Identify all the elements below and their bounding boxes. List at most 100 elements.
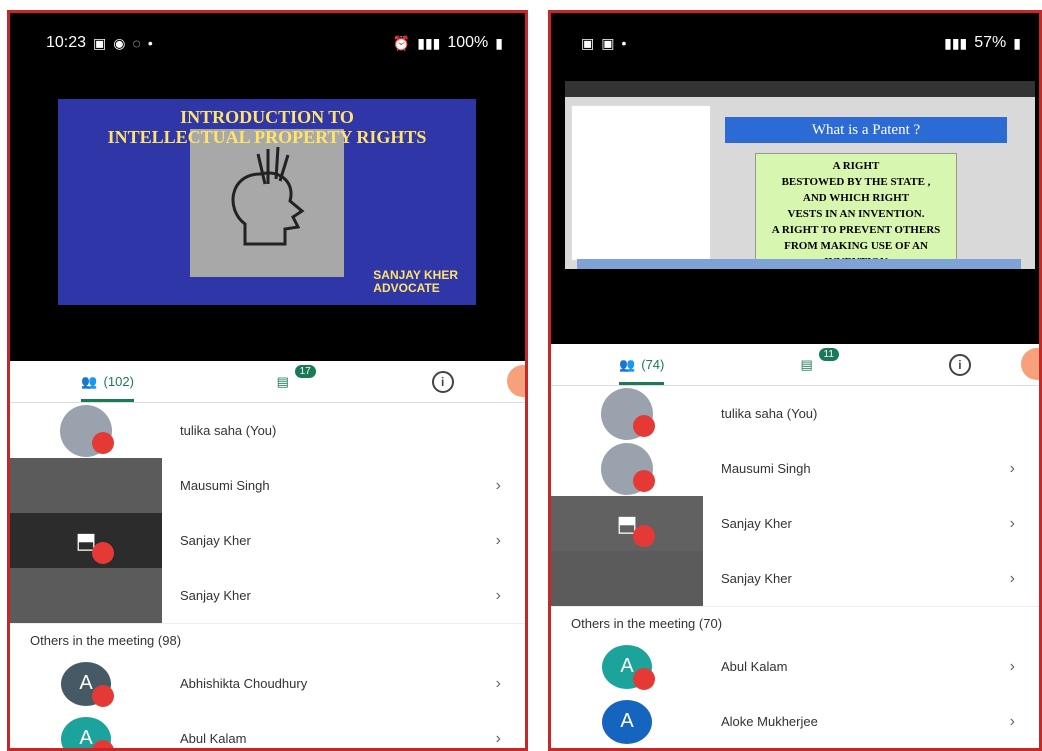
tab-people[interactable]: 👥 (74) — [619, 344, 665, 385]
chevron-right-icon[interactable]: › — [496, 532, 501, 550]
participant-row[interactable]: A Abul Kalam › — [551, 639, 1039, 694]
tab-people[interactable]: 👥 (102) — [81, 361, 134, 402]
participant-name: Mausumi Singh — [180, 478, 270, 493]
chevron-right-icon[interactable]: › — [496, 675, 501, 693]
participants-panel: 👥 (74) ▤ 11 i tulika saha (You) Mausumi … — [551, 344, 1039, 748]
chevron-right-icon[interactable]: › — [1010, 713, 1015, 731]
app-icon: ◉ — [113, 34, 126, 51]
chat-badge: 11 — [818, 348, 839, 361]
participant-row[interactable]: A Abhishikta Choudhury › — [10, 656, 525, 711]
slide-title: INTRODUCTION TO INTELLECTUAL PROPERTY RI… — [107, 107, 427, 147]
chevron-right-icon[interactable]: › — [496, 730, 501, 748]
panel-tabs: 👥 (74) ▤ 11 i — [551, 344, 1039, 386]
participant-name: Aloke Mukherjee — [721, 714, 818, 729]
presenting-thumbnail: ⬒ — [10, 513, 162, 568]
video-thumbnail — [551, 551, 703, 606]
participant-name: tulika saha (You) — [721, 406, 818, 421]
head-sketch-icon — [231, 146, 305, 246]
chevron-right-icon[interactable]: › — [1010, 570, 1015, 588]
right-phone-screenshot: ▣ ▣ • ▮▮▮ 57% ▮ What is a Patent ? A RIG… — [548, 10, 1042, 751]
chat-icon: ▤ — [800, 356, 813, 372]
battery-percent: 100% — [447, 34, 489, 51]
app-toolbar — [565, 81, 1035, 97]
status-bar: 10:23 ▣ ◉ ◌ • ⏰ ▮▮▮ 100% ▮ — [10, 13, 525, 73]
chat-badge: 17 — [294, 365, 316, 378]
mic-off-icon — [633, 668, 655, 690]
tab-chat[interactable]: ▤ 17 — [276, 361, 316, 402]
shared-screen: What is a Patent ? A RIGHT BESTOWED BY T… — [565, 81, 1035, 269]
chat-icon: ▤ — [276, 373, 289, 389]
tab-info[interactable]: i — [431, 361, 454, 402]
dot-icon: • — [621, 35, 627, 51]
people-count: (74) — [641, 357, 665, 372]
info-icon: i — [431, 370, 454, 393]
app-icon: ▣ — [581, 34, 595, 51]
whatsapp-icon: ◌ — [132, 35, 141, 51]
mic-off-icon — [633, 525, 655, 547]
people-icon: 👥 — [81, 373, 98, 389]
participant-name: Mausumi Singh — [721, 461, 811, 476]
chevron-right-icon[interactable]: › — [1010, 515, 1015, 533]
mic-off-icon — [92, 432, 114, 454]
taskbar-dock — [577, 259, 1021, 269]
participant-name: Sanjay Kher — [721, 516, 792, 531]
tab-info[interactable]: i — [948, 344, 971, 385]
slide-author: SANJAY KHER ADVOCATE — [373, 268, 458, 295]
left-phone-screenshot: 10:23 ▣ ◉ ◌ • ⏰ ▮▮▮ 100% ▮ INTRODUCTION … — [7, 10, 528, 751]
mic-off-icon — [633, 470, 655, 492]
chevron-right-icon[interactable]: › — [496, 587, 501, 605]
battery-icon: ▮ — [1013, 34, 1021, 51]
presenting-thumbnail: ⬒ — [551, 496, 703, 551]
participant-name: tulika saha (You) — [180, 423, 277, 438]
tab-chat[interactable]: ▤ 11 — [800, 344, 839, 385]
head-illustration — [190, 129, 344, 277]
chevron-right-icon[interactable]: › — [496, 477, 501, 495]
fab-button[interactable] — [1021, 348, 1039, 380]
participant-name: Abhishikta Choudhury — [180, 676, 308, 691]
people-icon: 👥 — [619, 356, 636, 372]
participant-name: Sanjay Kher — [721, 571, 792, 586]
video-thumbnail — [10, 568, 162, 623]
participant-row[interactable]: Mausumi Singh › — [10, 458, 525, 513]
signal-icon: ▮▮▮ — [944, 34, 968, 51]
participant-row[interactable]: Sanjay Kher › — [10, 568, 525, 623]
slide-body: A RIGHT BESTOWED BY THE STATE , AND WHIC… — [755, 153, 957, 268]
alarm-icon: ⏰ — [392, 34, 411, 51]
chevron-right-icon[interactable]: › — [1010, 460, 1015, 478]
participant-name: Sanjay Kher — [180, 533, 251, 548]
status-time: 10:23 — [46, 34, 87, 51]
video-icon: ▣ — [601, 34, 615, 51]
participant-row[interactable]: Sanjay Kher › — [551, 551, 1039, 606]
others-section-header: Others in the meeting (70) — [551, 606, 1039, 639]
others-section-header: Others in the meeting (98) — [10, 623, 525, 656]
video-icon: ▣ — [93, 34, 107, 51]
people-count: (102) — [103, 374, 134, 389]
fab-button[interactable] — [507, 365, 525, 397]
signal-icon: ▮▮▮ — [417, 34, 441, 51]
battery-icon: ▮ — [495, 34, 503, 51]
panel-tabs: 👥 (102) ▤ 17 i — [10, 361, 525, 403]
video-thumbnail — [10, 458, 162, 513]
participant-row[interactable]: ⬒ Sanjay Kher › — [10, 513, 525, 568]
slide-title: What is a Patent ? — [725, 117, 1007, 143]
participant-name: Abul Kalam — [180, 731, 247, 746]
participant-row[interactable]: A Abul Kalam › — [10, 711, 525, 748]
avatar: A — [602, 699, 652, 744]
chevron-right-icon[interactable]: › — [1010, 658, 1015, 676]
dot-icon: • — [147, 35, 153, 51]
participant-row[interactable]: ⬒ Sanjay Kher › — [551, 496, 1039, 551]
participant-row[interactable]: tulika saha (You) — [551, 386, 1039, 441]
mic-off-icon — [92, 542, 114, 564]
battery-percent: 57% — [974, 34, 1007, 51]
participant-name: Sanjay Kher — [180, 588, 251, 603]
status-bar: ▣ ▣ • ▮▮▮ 57% ▮ — [551, 13, 1039, 73]
participant-row[interactable]: tulika saha (You) — [10, 403, 525, 458]
mic-off-icon — [92, 685, 114, 707]
participant-row[interactable]: A Aloke Mukherjee › — [551, 694, 1039, 748]
participant-row[interactable]: Mausumi Singh › — [551, 441, 1039, 496]
mic-off-icon — [633, 415, 655, 437]
slide-thumbnails — [571, 105, 711, 261]
participants-panel: 👥 (102) ▤ 17 i tulika saha (You) Mausumi… — [10, 361, 525, 748]
participant-name: Abul Kalam — [721, 659, 788, 674]
info-icon: i — [948, 353, 971, 376]
